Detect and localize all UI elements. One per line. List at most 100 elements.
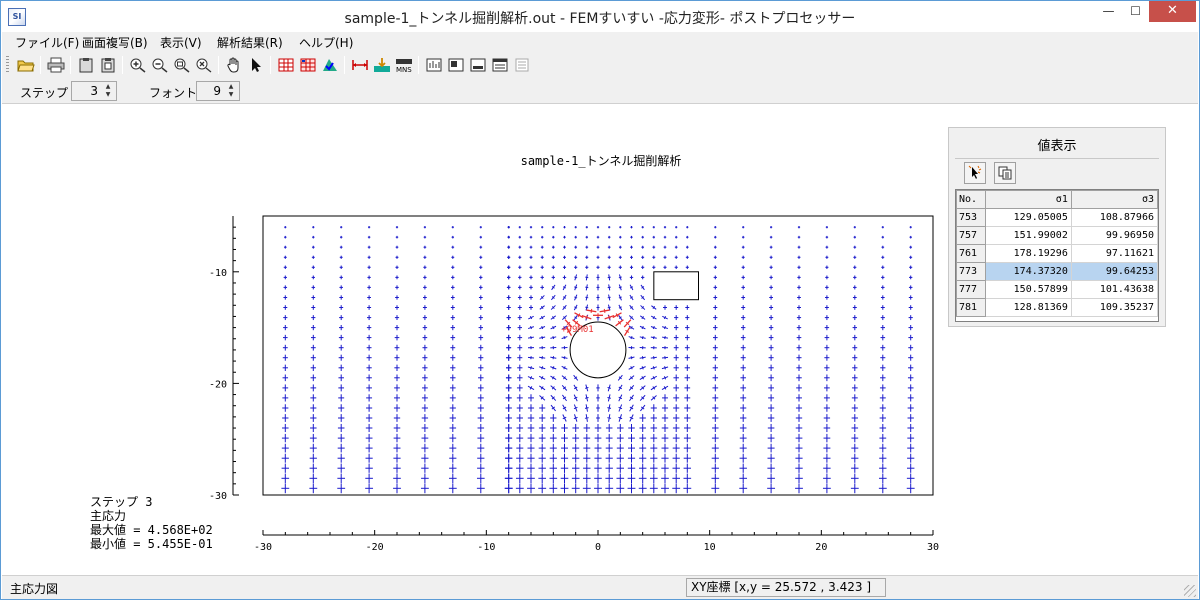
stress-cross-mark: [562, 265, 567, 270]
stress-cross-mark: [450, 295, 455, 300]
stress-cross-mark: [477, 394, 484, 402]
layout3-icon[interactable]: [468, 55, 488, 75]
row-no: 777: [956, 280, 986, 299]
stress-cross-mark: [879, 414, 886, 422]
stress-cross-mark: [661, 326, 669, 330]
stress-cross-mark: [573, 394, 578, 402]
stress-cross-mark: [450, 334, 456, 341]
stress-cross-mark: [367, 245, 371, 249]
table-row[interactable]: 753 129.05005 108.87966: [956, 208, 1159, 227]
stress-cross-mark: [365, 443, 373, 453]
minimize-button[interactable]: —: [1095, 1, 1122, 22]
font-spinner[interactable]: 9 ▲ ▼: [196, 81, 240, 101]
stress-cross-mark: [450, 354, 456, 361]
stress-cross-mark: [769, 305, 774, 310]
mesh-icon[interactable]: [276, 55, 296, 75]
stress-cross-mark: [683, 433, 691, 443]
y-tick-label: -10: [209, 268, 227, 279]
menu-file[interactable]: ファイル(F): [15, 34, 79, 51]
stress-cross-mark: [574, 294, 578, 301]
title-bar[interactable]: SI sample-1_トンネル掘削解析.out - FEMすいすい -応力変形…: [1, 1, 1199, 32]
row-no: 761: [956, 244, 986, 263]
stress-cross-mark: [663, 226, 667, 229]
stress-cross-mark: [395, 285, 399, 290]
stress-cross-mark: [337, 443, 345, 453]
menu-results[interactable]: 解析結果(R): [217, 34, 283, 51]
pointer-icon[interactable]: [246, 55, 266, 75]
stress-cross-mark: [367, 275, 371, 280]
step-spinner[interactable]: 3 ▲ ▼: [71, 81, 117, 101]
pick-node-button[interactable]: [964, 162, 986, 184]
table-row[interactable]: 761 178.19296 97.11621: [956, 244, 1159, 263]
header-sigma3[interactable]: σ3: [1070, 190, 1159, 209]
step-spin-arrows-icon[interactable]: ▲ ▼: [101, 83, 115, 99]
values-table[interactable]: No. σ1 σ3 753 129.05005 108.87966 757 151.9…: [955, 189, 1159, 322]
stress-cross-mark: [583, 453, 591, 463]
stress-cross-mark: [852, 344, 858, 351]
hand-pan-icon[interactable]: [224, 55, 244, 75]
stress-cross-mark: [714, 235, 717, 239]
table-row[interactable]: 781 128.81369 109.35237: [956, 298, 1159, 317]
stress-cross-mark: [685, 305, 690, 310]
open-folder-icon[interactable]: [16, 55, 36, 75]
stress-cross-mark: [367, 265, 371, 270]
paste-icon[interactable]: [98, 55, 118, 75]
contour-icon[interactable]: [320, 55, 340, 75]
header-sigma1[interactable]: σ1: [984, 190, 1072, 209]
stress-cross-mark: [309, 483, 318, 494]
print-icon[interactable]: [46, 55, 66, 75]
mns-icon[interactable]: MNS: [394, 55, 414, 75]
deform-icon[interactable]: [372, 55, 392, 75]
stress-cross-mark: [423, 245, 427, 249]
step-value[interactable]: 3: [90, 84, 98, 98]
layout2-icon[interactable]: [446, 55, 466, 75]
stress-cross-mark: [797, 275, 801, 280]
header-no[interactable]: No.: [956, 190, 986, 209]
table-row[interactable]: 757 151.99002 99.96950: [956, 226, 1159, 245]
zoom-window-icon[interactable]: [194, 55, 214, 75]
stress-cross-mark: [741, 295, 746, 300]
font-spin-arrows-icon[interactable]: ▲ ▼: [224, 83, 238, 99]
stress-cross-mark: [339, 315, 344, 321]
stress-cross-mark: [684, 414, 691, 422]
stress-cross-mark: [365, 453, 373, 463]
menu-screen-copy[interactable]: 画面複写(B): [82, 34, 148, 51]
font-value[interactable]: 9: [213, 84, 221, 98]
stress-cross-mark: [650, 443, 658, 453]
stress-cross-mark: [529, 295, 533, 300]
close-button[interactable]: ✕: [1149, 1, 1196, 22]
maximize-button[interactable]: ☐: [1122, 1, 1149, 22]
stress-cross-mark: [741, 245, 745, 249]
menu-help[interactable]: ヘルプ(H): [299, 34, 353, 51]
stress-cross-mark: [661, 473, 669, 484]
stress-cross-mark: [712, 404, 719, 412]
copy-icon[interactable]: [76, 55, 96, 75]
stress-cross-mark: [451, 235, 455, 239]
menu-view[interactable]: 表示(V): [160, 34, 202, 51]
table-row-selected[interactable]: 773 174.37320 99.64253: [956, 262, 1159, 281]
stress-cross-mark: [851, 384, 858, 392]
layout1-icon[interactable]: [424, 55, 444, 75]
stress-cross-mark: [824, 384, 830, 392]
list-icon[interactable]: [512, 55, 532, 75]
stress-cross-mark: [639, 325, 646, 330]
resize-grip-icon[interactable]: [1184, 585, 1196, 597]
stress-cross-mark: [281, 433, 289, 443]
zoom-in-icon[interactable]: [128, 55, 148, 75]
layout4-icon[interactable]: [490, 55, 510, 75]
table-row[interactable]: 777 150.57899 101.43638: [956, 280, 1159, 299]
zoom-fit-icon[interactable]: [172, 55, 192, 75]
peak-stress-mark: [599, 308, 610, 313]
stress-cross-mark: [479, 226, 482, 229]
stress-cross-mark: [283, 295, 288, 300]
copy-values-button[interactable]: [994, 162, 1016, 184]
toolbar-grip[interactable]: [6, 56, 9, 74]
stress-cross-mark: [650, 423, 658, 433]
stress-cross-mark: [797, 255, 801, 259]
stress-cross-mark: [529, 235, 533, 239]
zoom-out-icon[interactable]: [150, 55, 170, 75]
stress-cross-mark: [639, 453, 647, 463]
mesh-number-icon[interactable]: [298, 55, 318, 75]
stress-cross-mark: [393, 423, 401, 433]
dimension-icon[interactable]: [350, 55, 370, 75]
